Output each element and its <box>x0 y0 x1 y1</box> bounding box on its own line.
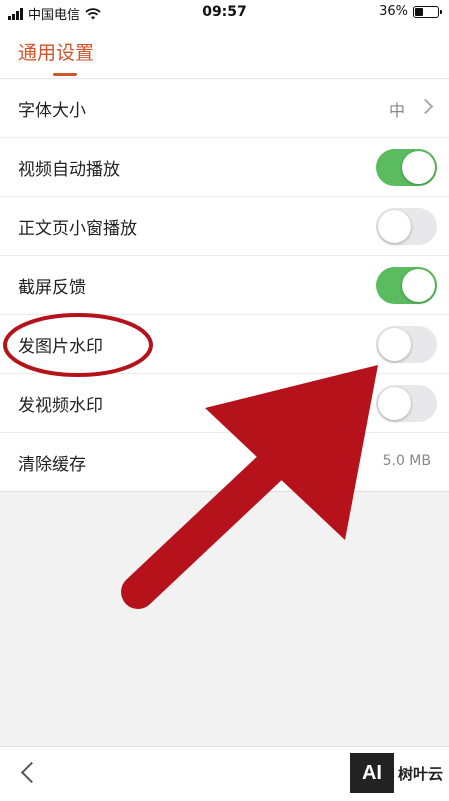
video-autoplay-toggle[interactable] <box>376 149 437 186</box>
back-arrow-icon[interactable] <box>20 761 43 784</box>
battery-percent: 36% <box>379 4 408 19</box>
setting-label: 字体大小 <box>18 101 86 121</box>
setting-pip-playback: 正文页小窗播放 <box>0 197 449 256</box>
settings-list: 字体大小 中 视频自动播放 正文页小窗播放 截屏反馈 发图片水印 发视频水印 清… <box>0 79 449 492</box>
setting-clear-cache[interactable]: 清除缓存 5.0 MB <box>0 433 449 492</box>
setting-label: 截屏反馈 <box>18 278 86 298</box>
watermark-logo: AI <box>349 753 394 793</box>
screenshot-feedback-toggle[interactable] <box>376 267 437 304</box>
toggle-knob <box>378 210 411 243</box>
image-watermark-toggle[interactable] <box>376 326 437 363</box>
setting-label: 发视频水印 <box>18 396 103 416</box>
bottom-bar: AI 树叶云 <box>0 746 449 801</box>
video-watermark-toggle[interactable] <box>376 385 437 422</box>
toggle-knob <box>402 151 435 184</box>
font-size-value: 中 <box>388 101 405 120</box>
title-underline <box>53 73 77 76</box>
cache-size-value: 5.0 MB <box>382 453 431 469</box>
chevron-right-icon <box>417 98 434 115</box>
setting-label: 正文页小窗播放 <box>18 219 137 239</box>
setting-label: 清除缓存 <box>18 455 86 475</box>
setting-font-size[interactable]: 字体大小 中 <box>0 79 449 138</box>
setting-screenshot-feedback: 截屏反馈 <box>0 256 449 315</box>
watermark-text: 树叶云 <box>397 764 443 783</box>
status-right: 36% <box>379 4 442 19</box>
toggle-knob <box>402 269 435 302</box>
battery-fill <box>415 7 423 16</box>
toggle-knob <box>378 387 411 420</box>
setting-video-watermark: 发视频水印 <box>0 374 449 433</box>
page-title: 通用设置 <box>18 42 95 64</box>
toggle-knob <box>378 328 411 361</box>
header: 通用设置 <box>0 26 449 79</box>
watermark: AI 树叶云 <box>349 753 443 793</box>
status-bar: 中国电信 09:57 36% <box>0 0 449 26</box>
setting-image-watermark: 发图片水印 <box>0 315 449 374</box>
pip-playback-toggle[interactable] <box>376 208 437 245</box>
setting-label: 发图片水印 <box>18 337 103 357</box>
battery-icon <box>413 5 442 18</box>
setting-video-autoplay: 视频自动播放 <box>0 138 449 197</box>
setting-label: 视频自动播放 <box>18 160 120 180</box>
